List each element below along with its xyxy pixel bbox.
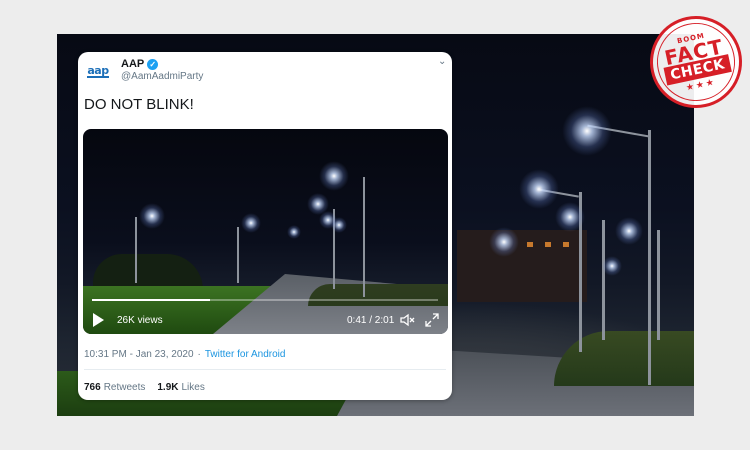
divider (84, 369, 446, 370)
video-streetlight-glow (241, 213, 261, 233)
video-streetlight-pole (237, 227, 239, 283)
streetlight-pole (657, 230, 660, 340)
streetlight-pole (648, 130, 651, 385)
streetlight-glow (489, 227, 519, 257)
retweets-stat[interactable]: 766 Retweets (84, 382, 145, 393)
video-progress-bar[interactable] (92, 299, 438, 301)
stamp-ring (649, 15, 743, 109)
likes-count: 1.9K (157, 382, 179, 393)
author-name-row[interactable]: AAP ✓ (121, 58, 159, 70)
streetlight-pole (602, 220, 605, 340)
retweets-label: Retweets (103, 382, 146, 393)
avatar-logo: aap (87, 63, 109, 78)
meta-separator: · (197, 349, 201, 360)
likes-stat[interactable]: 1.9K Likes (157, 382, 204, 393)
streetlight-glow (615, 217, 643, 245)
tweet-meta: 10:31 PM - Jan 23, 2020 · Twitter for An… (84, 349, 285, 360)
building-window (563, 242, 569, 247)
streetlight-glow (555, 202, 585, 232)
streetlight-glow (519, 169, 559, 209)
author-handle[interactable]: @AamAadmiParty (121, 71, 203, 82)
tweet-text: DO NOT BLINK! (84, 96, 194, 113)
streetlight-glow (602, 256, 622, 276)
verified-badge-icon: ✓ (147, 58, 159, 70)
streetlight-glow (562, 106, 612, 156)
video-progress-fill (92, 299, 210, 301)
tweet-stats: 766 Retweets 1.9K Likes (84, 382, 205, 393)
display-name[interactable]: AAP (121, 58, 144, 70)
background-building (457, 230, 587, 302)
tweet-source-link[interactable]: Twitter for Android (205, 349, 286, 360)
building-window (527, 242, 533, 247)
fullscreen-icon[interactable] (424, 312, 440, 328)
video-treeline (93, 254, 203, 290)
building-window (545, 242, 551, 247)
likes-label: Likes (181, 382, 205, 393)
background-grass-right (554, 331, 694, 386)
video-streetlight-glow (287, 225, 301, 239)
avatar[interactable]: aap (84, 57, 112, 85)
retweets-count: 766 (84, 382, 101, 393)
video-streetlight-pole (135, 217, 137, 283)
video-streetlight-glow (331, 217, 347, 233)
video-streetlight-glow (139, 203, 165, 229)
video-player[interactable] (83, 129, 448, 334)
video-time: 0:41 / 2:01 (347, 315, 395, 326)
video-streetlight-pole (363, 177, 365, 297)
tweet-timestamp[interactable]: 10:31 PM - Jan 23, 2020 (84, 349, 194, 360)
video-grass-right (308, 284, 448, 306)
video-view-count: 26K views (117, 315, 163, 326)
chevron-down-icon[interactable]: ⌄ (438, 56, 446, 67)
volume-muted-icon[interactable] (399, 312, 415, 328)
play-icon[interactable] (93, 313, 104, 327)
video-streetlight-glow (319, 161, 349, 191)
